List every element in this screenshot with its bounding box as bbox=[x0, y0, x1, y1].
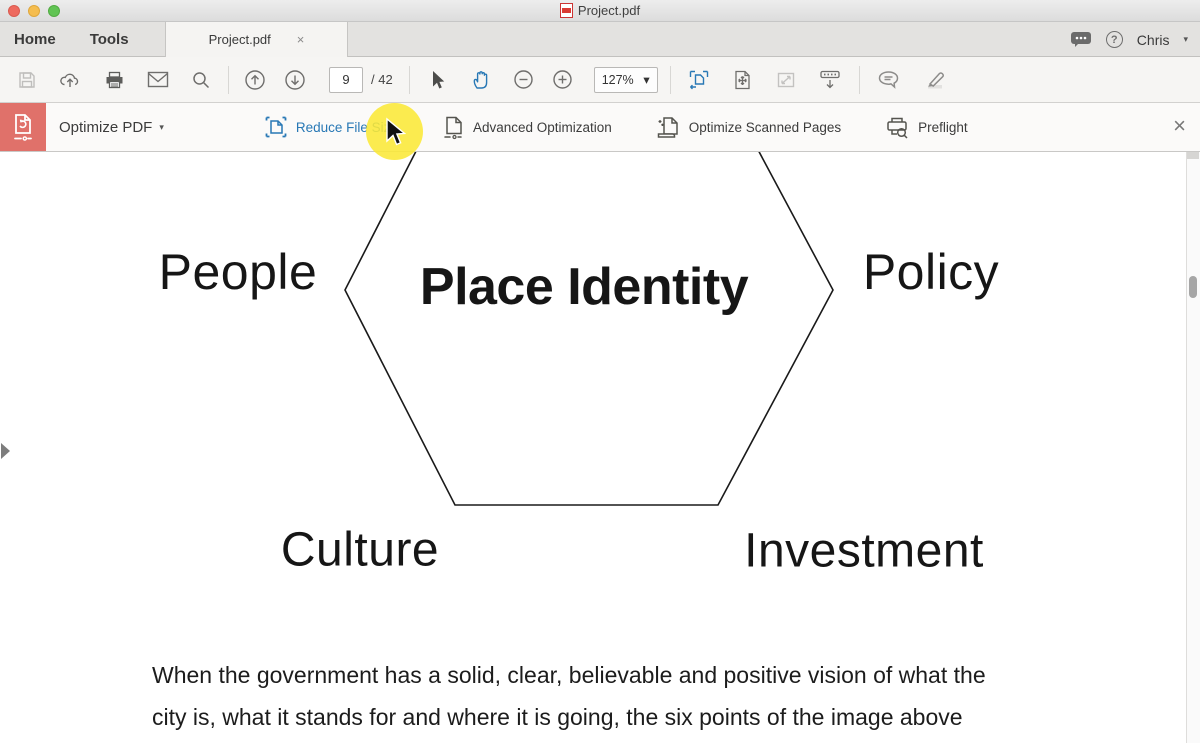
email-icon bbox=[147, 71, 169, 88]
hand-tool-button[interactable] bbox=[458, 62, 504, 98]
diagram-label-policy: Policy bbox=[863, 243, 999, 301]
toolbar-separator bbox=[409, 66, 410, 94]
close-window-button[interactable] bbox=[8, 5, 20, 17]
next-page-button[interactable] bbox=[275, 62, 315, 98]
toolbar-separator bbox=[670, 66, 671, 94]
optimize-pdf-label: Optimize PDF bbox=[59, 119, 152, 136]
hand-tool-icon bbox=[470, 69, 492, 91]
navigation-pane-toggle[interactable] bbox=[1, 443, 10, 459]
diagram-label-culture: Culture bbox=[281, 523, 439, 578]
cloud-upload-icon bbox=[59, 70, 81, 90]
search-icon bbox=[191, 70, 211, 90]
zoom-in-button[interactable] bbox=[544, 62, 582, 98]
page-down-icon bbox=[284, 69, 306, 91]
fit-width-icon bbox=[688, 69, 710, 91]
paragraph-line-2: city is, what it stands for and where it… bbox=[152, 697, 1052, 739]
tab-close-icon[interactable]: × bbox=[297, 33, 305, 46]
tabbar-right-group: ? Chris ▾ bbox=[1070, 22, 1188, 57]
toolbar-separator bbox=[228, 66, 229, 94]
tab-document[interactable]: Project.pdf × bbox=[165, 22, 348, 57]
main-toolbar: / 42 127% ▾ bbox=[0, 57, 1200, 103]
save-icon bbox=[17, 70, 37, 90]
zoom-caret-icon: ▾ bbox=[643, 72, 649, 87]
select-tool-button[interactable] bbox=[416, 62, 458, 98]
toolbar-separator bbox=[859, 66, 860, 94]
user-menu[interactable]: Chris bbox=[1137, 32, 1170, 48]
diagram-title-place-identity: Place Identity bbox=[420, 257, 748, 317]
acrobat-window: Project.pdf Home Tools Project.pdf × ? C… bbox=[0, 0, 1200, 743]
preflight-icon bbox=[885, 116, 910, 139]
fullscreen-icon bbox=[776, 70, 796, 90]
preflight-label: Preflight bbox=[918, 120, 968, 135]
page-total-label: / 42 bbox=[371, 72, 393, 87]
minimize-window-button[interactable] bbox=[28, 5, 40, 17]
vertical-scrollbar[interactable] bbox=[1186, 152, 1200, 743]
zoom-out-icon bbox=[513, 69, 534, 90]
email-button[interactable] bbox=[136, 62, 180, 98]
close-optimize-bar-icon[interactable]: × bbox=[1173, 115, 1186, 137]
zoom-level-select[interactable]: 127% ▾ bbox=[594, 67, 658, 93]
window-title: Project.pdf bbox=[578, 3, 640, 18]
pdf-file-icon bbox=[560, 3, 573, 18]
paragraph-line-1: When the government has a solid, clear, … bbox=[152, 655, 1052, 697]
optimize-scanned-pages-icon bbox=[656, 115, 681, 140]
optimize-pdf-glyph-icon bbox=[9, 111, 37, 143]
optimize-pdf-tool-icon bbox=[0, 103, 46, 151]
optimize-pdf-toolbar: Optimize PDF ▾ Reduce File Size Advanced… bbox=[0, 103, 1200, 152]
advanced-optimization-label: Advanced Optimization bbox=[473, 120, 612, 135]
highlighter-icon bbox=[922, 69, 946, 90]
feedback-bubble-icon[interactable] bbox=[1070, 31, 1092, 48]
optimize-pdf-caret-icon: ▾ bbox=[159, 122, 164, 133]
optimize-scanned-pages-label: Optimize Scanned Pages bbox=[689, 120, 841, 135]
fullscreen-button[interactable] bbox=[765, 62, 807, 98]
page-up-icon bbox=[244, 69, 266, 91]
search-button[interactable] bbox=[180, 62, 222, 98]
advanced-optimization-icon bbox=[442, 115, 465, 140]
page-number-input[interactable] bbox=[329, 67, 363, 93]
tab-document-label: Project.pdf bbox=[209, 32, 271, 47]
reduce-file-size-icon bbox=[264, 115, 288, 139]
previous-page-button[interactable] bbox=[235, 62, 275, 98]
maximize-window-button[interactable] bbox=[48, 5, 60, 17]
tab-tools[interactable]: Tools bbox=[90, 31, 129, 48]
fit-page-button[interactable] bbox=[721, 62, 765, 98]
fit-width-button[interactable] bbox=[677, 62, 721, 98]
hide-toolbar-icon bbox=[818, 69, 842, 91]
highlight-button[interactable] bbox=[912, 62, 956, 98]
titlebar: Project.pdf bbox=[0, 0, 1200, 22]
save-button[interactable] bbox=[6, 62, 48, 98]
diagram-label-people: People bbox=[159, 243, 318, 301]
pointer-icon bbox=[427, 69, 447, 90]
traffic-lights bbox=[8, 5, 60, 17]
tab-home[interactable]: Home bbox=[14, 31, 56, 48]
fit-page-icon bbox=[732, 69, 753, 91]
print-icon bbox=[104, 70, 125, 90]
scrollbar-thumb[interactable] bbox=[1189, 276, 1197, 298]
scrollbar-top-cap bbox=[1187, 152, 1199, 159]
user-caret-icon[interactable]: ▾ bbox=[1183, 34, 1188, 45]
print-button[interactable] bbox=[92, 62, 136, 98]
help-icon[interactable]: ? bbox=[1106, 31, 1123, 48]
zoom-level-value: 127% bbox=[602, 73, 634, 87]
nav-tabs: Home Tools bbox=[14, 22, 129, 57]
optimize-pdf-menu[interactable]: Optimize PDF ▾ bbox=[59, 119, 164, 136]
mouse-cursor-icon bbox=[385, 117, 406, 148]
tab-bar: Home Tools Project.pdf × ? Chris ▾ bbox=[0, 22, 1200, 57]
zoom-out-button[interactable] bbox=[504, 62, 544, 98]
pdf-page[interactable]: People Place Identity Policy Culture Inv… bbox=[0, 152, 1200, 743]
hide-toolbar-button[interactable] bbox=[807, 62, 853, 98]
preflight-button[interactable]: Preflight bbox=[885, 116, 968, 139]
advanced-optimization-button[interactable]: Advanced Optimization bbox=[442, 115, 612, 140]
optimize-scanned-pages-button[interactable]: Optimize Scanned Pages bbox=[656, 115, 841, 140]
share-button[interactable] bbox=[48, 62, 92, 98]
body-paragraph: When the government has a solid, clear, … bbox=[152, 655, 1052, 738]
comment-bubble-icon bbox=[877, 70, 900, 90]
window-title-group: Project.pdf bbox=[560, 3, 640, 18]
zoom-in-icon bbox=[552, 69, 573, 90]
diagram-label-investment: Investment bbox=[744, 524, 984, 579]
comment-button[interactable] bbox=[866, 62, 912, 98]
